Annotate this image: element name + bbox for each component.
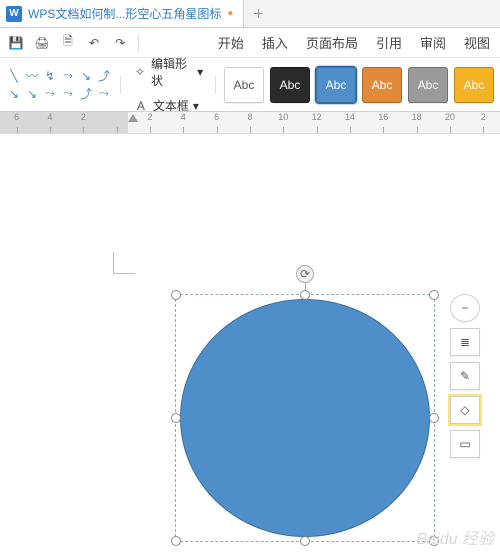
line-shape-icon[interactable]: ↯	[42, 68, 58, 84]
resize-handle-b[interactable]	[300, 536, 310, 546]
ruler-tick: 4	[167, 112, 200, 133]
watermark-text: Baidu 经验	[417, 525, 494, 549]
ribbon: ╲ 〰 ↯ ⤳ ↘ ⤴ ↘ ↘ ⤳ ⤳ ⤴ ⤳ ✧ 编辑形状 ▾ A 文本框 ▾…	[0, 58, 500, 112]
tab-view[interactable]: 视图	[462, 29, 492, 56]
resize-handle-t[interactable]	[300, 290, 310, 300]
fill-tool[interactable]: ◇	[450, 396, 480, 424]
print-icon[interactable]: 🖨	[34, 35, 50, 51]
resize-handle-tl[interactable]	[171, 290, 181, 300]
resize-handle-r[interactable]	[429, 413, 439, 423]
line-shape-icon[interactable]: ⤳	[60, 86, 76, 102]
line-shape-icon[interactable]: 〰	[24, 68, 40, 84]
minus-icon: −	[461, 301, 468, 315]
line-shape-icon[interactable]: ⤳	[96, 86, 112, 102]
line-shape-icon[interactable]: ↘	[24, 86, 40, 102]
line-shape-icon[interactable]: ⤴	[78, 86, 94, 102]
line-shape-icon[interactable]: ╲	[6, 68, 22, 84]
wps-doc-icon: W	[6, 6, 22, 22]
collapse-tool[interactable]: −	[450, 294, 480, 322]
preview-icon[interactable]: 🗎	[60, 35, 76, 51]
edit-shape-icon: ✧	[133, 64, 147, 80]
style-swatch-black[interactable]: Abc	[270, 67, 310, 103]
shape-line-palette[interactable]: ╲ 〰 ↯ ⤳ ↘ ⤴ ↘ ↘ ⤳ ⤳ ⤴ ⤳	[6, 68, 112, 102]
separator	[215, 76, 216, 94]
tab-page-layout[interactable]: 页面布局	[304, 29, 360, 56]
outline-icon: ▭	[459, 437, 470, 451]
resize-handle-bl[interactable]	[171, 536, 181, 546]
style-swatch-yellow[interactable]: Abc	[454, 67, 494, 103]
rotation-handle[interactable]: ⟳	[296, 265, 314, 283]
caret-down-icon: ▾	[197, 65, 203, 79]
paragraph-mark-icon	[113, 252, 135, 274]
tab-start[interactable]: 开始	[216, 29, 246, 56]
tab-insert[interactable]: 插入	[260, 29, 290, 56]
separator	[138, 34, 139, 52]
ruler-tick: 2	[67, 112, 100, 133]
pen-icon: ✎	[460, 369, 470, 383]
line-shape-icon[interactable]: ⤳	[60, 68, 76, 84]
redo-icon[interactable]: ↷	[112, 35, 128, 51]
ruler-tick: 4	[33, 112, 66, 133]
document-tab[interactable]: W WPS文档如何制...形空心五角星图标 ●	[0, 0, 244, 27]
tab-title: WPS文档如何制...形空心五角星图标	[28, 5, 221, 22]
separator	[120, 76, 121, 94]
unsaved-indicator-icon: ●	[227, 8, 233, 19]
ruler-tick: 18	[400, 112, 433, 133]
tab-bar: W WPS文档如何制...形空心五角星图标 ● ＋	[0, 0, 500, 28]
layout-icon: ≣	[460, 335, 470, 349]
resize-handle-l[interactable]	[171, 413, 181, 423]
style-swatch-blue[interactable]: Abc	[316, 67, 356, 103]
tab-references[interactable]: 引用	[374, 29, 404, 56]
style-swatch-white[interactable]: Abc	[224, 67, 264, 103]
fill-icon: ◇	[460, 403, 469, 417]
style-swatch-orange[interactable]: Abc	[362, 67, 402, 103]
resize-handle-tr[interactable]	[429, 290, 439, 300]
layout-tool[interactable]: ≣	[450, 328, 480, 356]
shape-selection-box[interactable]: ⟳	[175, 294, 435, 542]
ruler-tick	[100, 112, 133, 133]
line-shape-icon[interactable]: ⤴	[96, 68, 112, 84]
ruler-tick: 12	[300, 112, 333, 133]
circle-shape[interactable]	[180, 299, 430, 537]
ruler-tick: 2	[467, 112, 500, 133]
line-shape-icon[interactable]: ⤳	[42, 86, 58, 102]
save-icon[interactable]: 💾	[8, 35, 24, 51]
ruler-tick: 20	[433, 112, 466, 133]
edit-tool[interactable]: ✎	[450, 362, 480, 390]
tab-review[interactable]: 审阅	[418, 29, 448, 56]
ruler-tick: 8	[233, 112, 266, 133]
ruler-tick: 14	[333, 112, 366, 133]
horizontal-ruler[interactable]: 6 4 2 2 4 6 8 10 12 14 16 18 20 2	[0, 112, 500, 134]
outline-tool[interactable]: ▭	[450, 430, 480, 458]
rotate-icon: ⟳	[300, 267, 310, 281]
caret-down-icon: ▾	[193, 99, 199, 113]
ruler-tick: 6	[200, 112, 233, 133]
ruler-tick: 2	[133, 112, 166, 133]
floating-shape-tools: − ≣ ✎ ◇ ▭	[450, 294, 480, 458]
shape-edit-group: ✧ 编辑形状 ▾ A 文本框 ▾	[129, 53, 207, 116]
menu-tabs: 开始 插入 页面布局 引用 审阅 视图	[216, 29, 492, 56]
new-tab-button[interactable]: ＋	[244, 0, 272, 27]
ruler-tick: 16	[367, 112, 400, 133]
plus-icon: ＋	[252, 5, 264, 22]
undo-icon[interactable]: ↶	[86, 35, 102, 51]
ruler-tick: 6	[0, 112, 33, 133]
edit-shape-button[interactable]: ✧ 编辑形状 ▾	[129, 53, 207, 91]
quick-access-toolbar: 💾 🖨 🗎 ↶ ↷ 开始 插入 页面布局 引用 审阅 视图	[0, 28, 500, 58]
document-canvas[interactable]: ⟳ − ≣ ✎ ◇ ▭ Baidu 经验	[0, 134, 500, 553]
shape-style-gallery: Abc Abc Abc Abc Abc Abc	[224, 67, 494, 103]
style-swatch-gray[interactable]: Abc	[408, 67, 448, 103]
ruler-tick: 10	[267, 112, 300, 133]
line-shape-icon[interactable]: ↘	[78, 68, 94, 84]
ruler-ticks: 6 4 2 2 4 6 8 10 12 14 16 18 20 2	[0, 112, 500, 133]
edit-shape-label: 编辑形状	[151, 55, 193, 89]
line-shape-icon[interactable]: ↘	[6, 86, 22, 102]
